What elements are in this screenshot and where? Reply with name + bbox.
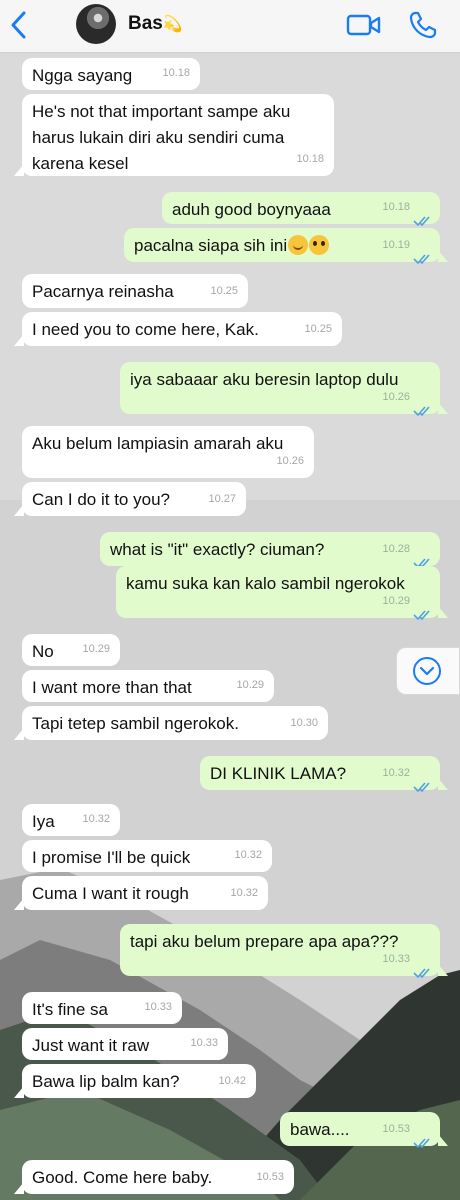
outgoing-message[interactable]: kamu suka kan kalo sambil ngerokok 10.29 (116, 566, 448, 621)
incoming-message[interactable]: Can I do it to you? 10.27 (14, 482, 246, 516)
outgoing-message[interactable]: iya sabaaar aku beresin laptop dulu 10.26 (120, 362, 448, 417)
message-timestamp: 10.18 (162, 67, 190, 79)
chat-header: Bas💫 (0, 0, 460, 53)
read-receipt-icon (413, 961, 431, 979)
message-text: Just want it raw (32, 1036, 150, 1055)
message-text: He's not that important sampe aku harus … (32, 102, 291, 173)
message-timestamp: 10.25 (210, 285, 238, 297)
contact-avatar[interactable] (76, 4, 116, 44)
message-timestamp: 10.26 (382, 391, 410, 403)
message-timestamp: 10.32 (230, 887, 258, 899)
message-timestamp: 10.27 (208, 493, 236, 505)
message-timestamp: 10.18 (382, 201, 410, 213)
chevron-left-icon[interactable] (8, 10, 30, 40)
incoming-message[interactable]: Cuma I want it rough 10.32 (14, 876, 268, 910)
incoming-message[interactable]: I promise I'll be quick 10.32 (22, 840, 272, 872)
contact-name-text: Bas (128, 13, 163, 34)
hugging-face-emoji (288, 235, 309, 255)
incoming-message[interactable]: Just want it raw 10.33 (22, 1028, 228, 1060)
incoming-message[interactable]: Iya 10.32 (22, 804, 120, 836)
outgoing-message[interactable]: what is "it" exactly? ciuman? 10.28 (100, 532, 440, 569)
message-timestamp: 10.53 (256, 1171, 284, 1183)
outgoing-message[interactable]: aduh good boynyaaa 10.18 (162, 192, 440, 227)
message-timestamp: 10.29 (82, 643, 110, 655)
message-text: Aku belum lampiasin amarah aku (32, 434, 284, 453)
message-text: Can I do it to you? (32, 490, 170, 509)
message-timestamp: 10.25 (304, 323, 332, 335)
outgoing-message[interactable]: pacalna siapa sih ini 10.19 (124, 228, 448, 265)
message-text: Iya (32, 812, 55, 831)
message-text: what is "it" exactly? ciuman? (110, 540, 325, 559)
incoming-message[interactable]: Aku belum lampiasin amarah aku 10.26 (22, 426, 314, 478)
message-timestamp: 10.29 (236, 679, 264, 691)
incoming-message[interactable]: Bawa lip balm kan? 10.42 (14, 1064, 256, 1098)
incoming-message[interactable]: It's fine sa 10.33 (22, 992, 182, 1024)
message-text: I promise I'll be quick (32, 848, 191, 867)
message-text: DI KLINIK LAMA? (210, 764, 347, 783)
message-timestamp: 10.26 (276, 455, 304, 467)
phone-icon[interactable] (408, 10, 438, 40)
incoming-message[interactable]: I need you to come here, Kak. 10.25 (14, 312, 342, 346)
message-text: bawa.... (290, 1120, 350, 1139)
message-timestamp: 10.30 (290, 717, 318, 729)
message-text: pacalna siapa sih ini (134, 236, 288, 255)
message-text: I need you to come here, Kak. (32, 320, 259, 339)
incoming-message[interactable]: He's not that important sampe aku harus … (14, 94, 334, 176)
incoming-message[interactable]: Ngga sayang 10.18 (22, 58, 200, 90)
message-text: Tapi tetep sambil ngerokok. (32, 714, 239, 733)
message-text: Bawa lip balm kan? (32, 1072, 180, 1091)
message-text: It's fine sa (32, 1000, 109, 1019)
message-text: Good. Come here baby. (32, 1168, 213, 1187)
outgoing-message[interactable]: bawa.... 10.53 (280, 1112, 448, 1149)
read-receipt-icon (413, 603, 431, 621)
read-receipt-icon (413, 775, 431, 793)
message-text: No (32, 642, 54, 661)
message-text: I want more than that (32, 678, 192, 697)
message-timestamp: 10.32 (234, 849, 262, 861)
message-list[interactable]: Ngga sayang 10.18 He's not that important … (0, 52, 460, 1200)
read-receipt-icon (413, 1131, 431, 1149)
incoming-message[interactable]: Tapi tetep sambil ngerokok. 10.30 (14, 706, 328, 740)
incoming-message[interactable]: Pacarnya reinasha 10.25 (22, 274, 248, 308)
read-receipt-icon (413, 551, 431, 569)
message-timestamp: 10.42 (218, 1075, 246, 1087)
message-timestamp: 10.33 (144, 1001, 172, 1013)
message-timestamp: 10.28 (382, 543, 410, 555)
message-text: Ngga sayang (32, 66, 133, 85)
message-timestamp: 10.32 (82, 813, 110, 825)
message-timestamp: 10.29 (382, 595, 410, 607)
message-text: kamu suka kan kalo sambil ngerokok (126, 574, 405, 593)
message-timestamp: 10.33 (382, 953, 410, 965)
contact-name[interactable]: Bas💫 (128, 13, 183, 35)
read-receipt-icon (413, 247, 431, 265)
message-text: iya sabaaar aku beresin laptop dulu (130, 370, 399, 389)
message-timestamp: 10.33 (190, 1037, 218, 1049)
message-timestamp: 10.18 (296, 153, 324, 165)
incoming-message[interactable]: I want more than that 10.29 (22, 670, 274, 702)
message-text: Pacarnya reinasha (32, 282, 174, 301)
message-timestamp: 10.53 (382, 1123, 410, 1135)
read-receipt-icon (413, 399, 431, 417)
incoming-message[interactable]: No 10.29 (22, 634, 120, 666)
message-timestamp: 10.19 (382, 239, 410, 251)
read-receipt-icon (413, 209, 431, 227)
pleading-face-emoji (309, 235, 330, 255)
contact-emoji: 💫 (162, 16, 183, 33)
incoming-message[interactable]: Good. Come here baby. 10.53 (14, 1160, 294, 1194)
scroll-to-bottom-button[interactable] (396, 647, 460, 695)
message-text: Cuma I want it rough (32, 884, 189, 903)
chevron-down-circle-icon (413, 657, 441, 685)
outgoing-message[interactable]: DI KLINIK LAMA? 10.32 (200, 756, 448, 793)
message-text: aduh good boynyaaa (172, 200, 331, 219)
video-call-icon[interactable] (346, 12, 382, 38)
outgoing-message[interactable]: tapi aku belum prepare apa apa??? 10.33 (120, 924, 448, 979)
message-timestamp: 10.32 (382, 767, 410, 779)
message-text: tapi aku belum prepare apa apa??? (130, 932, 399, 951)
